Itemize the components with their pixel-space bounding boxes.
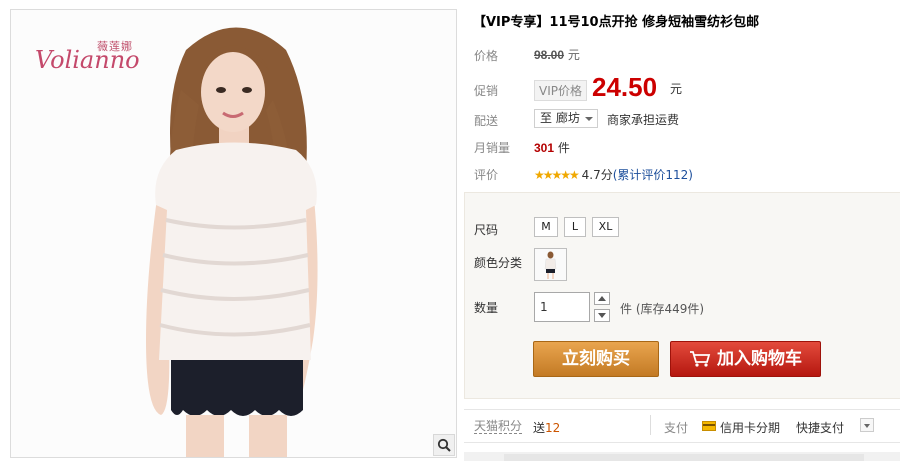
original-price-unit: 元 — [567, 48, 580, 62]
credit-card-installment-link[interactable]: 信用卡分期 — [720, 419, 780, 436]
quantity-decrease-button[interactable] — [594, 309, 610, 322]
quick-pay-link[interactable]: 快捷支付 — [796, 419, 844, 436]
shipping-destination: 至 廊坊 — [540, 111, 580, 125]
shipping-destination-select[interactable]: 至 廊坊 — [534, 109, 598, 128]
points-value: 12 — [545, 421, 561, 435]
brand-logo: 薇莲娜 Volianno — [35, 38, 165, 80]
shipping-note: 商家承担运费 — [607, 113, 680, 127]
color-thumbnail-image — [535, 249, 566, 280]
rating-score: 4.7分 — [581, 168, 613, 182]
product-title: 【VIP专享】11号10点开抢 修身短袖雪纺衫包邮 — [473, 15, 760, 30]
vip-price-tag: VIP价格 — [534, 80, 587, 101]
sales-count: 301 — [534, 141, 555, 155]
rating-label: 评价 — [474, 168, 499, 182]
bottom-strip — [464, 452, 900, 461]
star-rating-icon: ★★★★★ — [534, 168, 580, 182]
size-label: 尺码 — [474, 223, 499, 237]
tmall-points-label[interactable]: 天猫积分 — [474, 419, 523, 434]
payment-label: 支付 — [664, 421, 689, 435]
monthly-sales: 301 件 — [534, 139, 570, 156]
price-label: 价格 — [474, 49, 499, 63]
original-price-value: 98.00 — [534, 48, 565, 62]
cart-icon — [690, 351, 711, 367]
divider — [650, 415, 651, 435]
tmall-points: 送12 — [533, 419, 560, 436]
sales-unit: 件 — [557, 141, 570, 155]
quantity-input[interactable] — [534, 292, 590, 322]
zoom-icon[interactable] — [433, 434, 455, 456]
size-option-m[interactable]: M — [534, 217, 558, 237]
product-image-panel: 薇莲娜 Volianno — [10, 9, 457, 458]
credit-card-icon — [702, 421, 716, 431]
promo-price-unit: 元 — [670, 82, 683, 96]
quantity-label: 数量 — [474, 301, 499, 315]
color-option-thumbnail[interactable] — [534, 248, 567, 281]
sales-label: 月销量 — [474, 141, 511, 155]
chevron-down-icon — [585, 117, 593, 121]
size-option-l[interactable]: L — [564, 217, 586, 237]
promo-price: 24.50 — [592, 72, 658, 102]
buy-now-button[interactable]: 立刻购买 — [533, 341, 659, 377]
shipping-label: 配送 — [474, 114, 499, 128]
original-price: 98.00 元 — [534, 46, 580, 63]
points-prefix: 送 — [533, 421, 546, 435]
size-option-xl[interactable]: XL — [592, 217, 619, 237]
rating: ★★★★★ 4.7分(累计评价112) — [534, 166, 693, 183]
add-to-cart-label: 加入购物车 — [717, 349, 802, 369]
payment-more-dropdown[interactable] — [860, 418, 874, 432]
product-page: 薇莲娜 Volianno 【VIP专享】11号10点开抢 修身短袖雪纺衫包邮 价… — [0, 0, 900, 461]
brand-name-en: Volianno — [35, 46, 140, 74]
chevron-down-icon — [598, 313, 606, 318]
add-to-cart-button[interactable]: 加入购物车 — [670, 341, 821, 377]
chevron-up-icon — [598, 296, 606, 301]
quantity-increase-button[interactable] — [594, 292, 610, 305]
stock-info: 件 (库存449件) — [620, 302, 705, 316]
review-count-link[interactable]: (累计评价112) — [613, 168, 693, 182]
color-label: 颜色分类 — [474, 256, 523, 270]
promo-label: 促销 — [474, 84, 499, 98]
